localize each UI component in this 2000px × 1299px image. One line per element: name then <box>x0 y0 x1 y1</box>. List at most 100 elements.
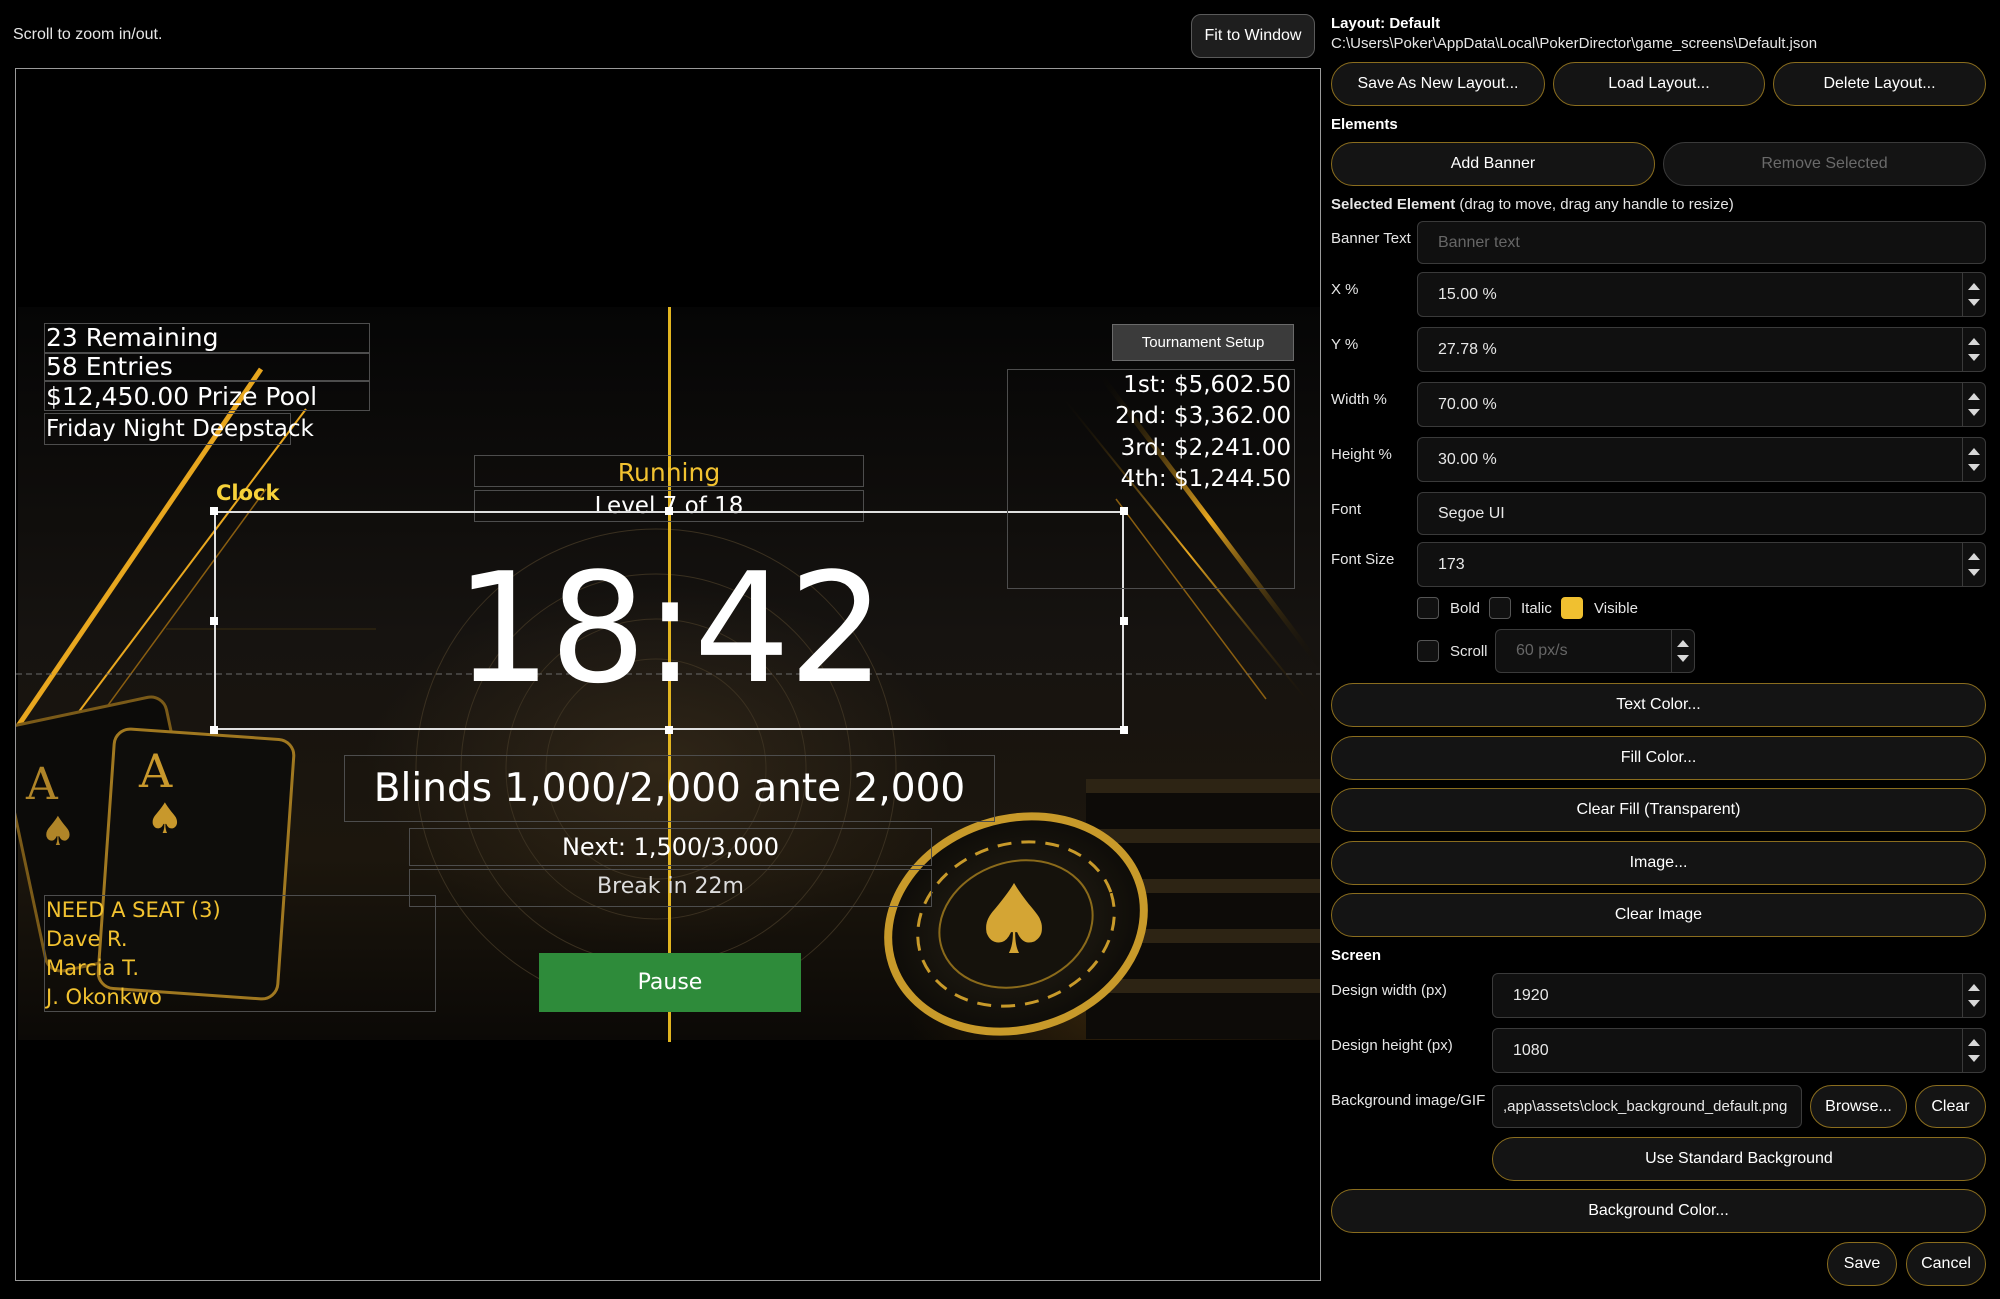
x-percent-input[interactable]: 15.00 % <box>1417 272 1986 317</box>
screen-heading: Screen <box>1331 947 1382 964</box>
payout-1st: 1st: $5,602.50 <box>1123 372 1291 398</box>
design-width-input[interactable]: 1920 <box>1492 973 1986 1018</box>
remaining-count: 23 Remaining <box>46 323 219 352</box>
event-name: Friday Night Deepstack <box>46 416 314 442</box>
visible-label: Visible <box>1594 600 1638 617</box>
font-size-input[interactable]: 173 <box>1417 542 1986 587</box>
break-text: Break in 22m <box>597 874 744 899</box>
browse-button[interactable]: Browse... <box>1810 1085 1907 1128</box>
seat-heading: NEED A SEAT (3) <box>46 898 221 922</box>
design-height-value: 1080 <box>1513 1041 1549 1059</box>
card-rank-left: A <box>26 759 58 810</box>
font-size-value: 173 <box>1438 555 1465 573</box>
resize-handle-tc[interactable] <box>665 507 673 515</box>
entries-count: 58 Entries <box>46 352 173 381</box>
banner-text-input[interactable]: Banner text <box>1417 221 1986 264</box>
resize-handle-bl[interactable] <box>210 726 218 734</box>
font-input[interactable]: Segoe UI <box>1417 492 1986 535</box>
fill-color-button[interactable]: Fill Color... <box>1331 736 1986 780</box>
prize-pool: $12,450.00 Prize Pool <box>46 382 318 411</box>
tournament-setup-button[interactable]: Tournament Setup <box>1112 324 1294 361</box>
fit-to-window-button[interactable]: Fit to Window <box>1191 14 1315 58</box>
y-percent-value: 27.78 % <box>1438 340 1497 358</box>
background-image-label: Background image/GIF <box>1331 1092 1486 1109</box>
scroll-checkbox[interactable] <box>1417 640 1439 662</box>
y-spinner[interactable] <box>1962 328 1985 371</box>
font-label: Font <box>1331 501 1362 518</box>
height-percent-input[interactable]: 30.00 % <box>1417 437 1986 482</box>
use-standard-background-button[interactable]: Use Standard Background <box>1492 1137 1986 1181</box>
selected-element-header: Selected Element (drag to move, drag any… <box>1331 196 1734 213</box>
height-spinner[interactable] <box>1962 438 1985 481</box>
scroll-speed-spinner[interactable] <box>1671 630 1694 672</box>
width-spinner[interactable] <box>1962 383 1985 426</box>
bold-checkbox[interactable] <box>1417 597 1439 619</box>
payout-2nd: 2nd: $3,362.00 <box>1115 403 1291 429</box>
image-button[interactable]: Image... <box>1331 841 1986 885</box>
clear-fill-button[interactable]: Clear Fill (Transparent) <box>1331 788 1986 832</box>
card-suit-left: ♠ <box>40 809 76 855</box>
running-status: Running <box>617 458 721 487</box>
bold-label: Bold <box>1450 600 1481 617</box>
design-height-input[interactable]: 1080 <box>1492 1028 1986 1073</box>
card-rank-right: A <box>139 744 173 798</box>
add-banner-button[interactable]: Add Banner <box>1331 142 1655 186</box>
selected-element-heading: Selected Element <box>1331 196 1456 213</box>
save-as-new-layout-button[interactable]: Save As New Layout... <box>1331 62 1545 106</box>
cancel-button[interactable]: Cancel <box>1906 1242 1986 1286</box>
x-spinner[interactable] <box>1962 273 1985 316</box>
layout-path: C:\Users\Poker\AppData\Local\PokerDirect… <box>1331 35 1818 52</box>
blinds-text: Blinds 1,000/2,000 ante 2,000 <box>373 766 966 811</box>
y-percent-input[interactable]: 27.78 % <box>1417 327 1986 372</box>
load-layout-button[interactable]: Load Layout... <box>1553 62 1765 106</box>
design-width-value: 1920 <box>1513 986 1549 1004</box>
font-size-spinner[interactable] <box>1962 543 1985 586</box>
remove-selected-button[interactable]: Remove Selected <box>1663 142 1986 186</box>
seat-name-3: J. Okonkwo <box>46 985 162 1009</box>
design-height-label: Design height (px) <box>1331 1037 1453 1054</box>
save-button[interactable]: Save <box>1827 1242 1897 1286</box>
italic-checkbox[interactable] <box>1489 597 1511 619</box>
card-suit-right: ♠ <box>146 794 184 843</box>
scroll-speed-value: 60 px/s <box>1516 642 1568 659</box>
height-percent-label: Height % <box>1331 446 1392 463</box>
seat-name-1: Dave R. <box>46 927 128 951</box>
clear-image-button[interactable]: Clear Image <box>1331 893 1986 937</box>
banner-text-label: Banner Text <box>1331 230 1411 247</box>
layout-canvas[interactable]: A ♠ A ♠ ♠ 23 Remaining 58 Entries $12,45… <box>15 68 1321 1281</box>
italic-label: Italic <box>1521 600 1552 617</box>
delete-layout-button[interactable]: Delete Layout... <box>1773 62 1986 106</box>
next-level-text: Next: 1,500/3,000 <box>561 833 780 861</box>
width-percent-value: 70.00 % <box>1438 395 1497 413</box>
text-color-button[interactable]: Text Color... <box>1331 683 1986 727</box>
visible-checkbox[interactable] <box>1561 597 1583 619</box>
payout-3rd: 3rd: $2,241.00 <box>1120 435 1291 461</box>
x-percent-label: X % <box>1331 281 1359 298</box>
scroll-speed-input[interactable]: 60 px/s <box>1495 629 1695 673</box>
background-color-button[interactable]: Background Color... <box>1331 1189 1986 1233</box>
elements-heading: Elements <box>1331 116 1398 133</box>
font-size-label: Font Size <box>1331 551 1395 568</box>
resize-handle-bc[interactable] <box>665 726 673 734</box>
pause-button[interactable]: Pause <box>539 953 801 1012</box>
clock-element-label: Clock <box>216 481 280 505</box>
x-percent-value: 15.00 % <box>1438 285 1497 303</box>
design-height-spinner[interactable] <box>1962 1029 1985 1072</box>
layout-title: Layout: Default <box>1331 15 1441 32</box>
resize-handle-br[interactable] <box>1120 726 1128 734</box>
y-percent-label: Y % <box>1331 336 1359 353</box>
background-image-input[interactable]: ,app\assets\clock_background_default.png <box>1492 1085 1802 1128</box>
scroll-label: Scroll <box>1450 643 1488 660</box>
design-width-spinner[interactable] <box>1962 974 1985 1017</box>
clear-background-button[interactable]: Clear <box>1915 1085 1986 1128</box>
seat-name-2: Marcia T. <box>46 956 140 980</box>
resize-handle-tl[interactable] <box>210 507 218 515</box>
width-percent-label: Width % <box>1331 391 1387 408</box>
height-percent-value: 30.00 % <box>1438 450 1497 468</box>
clock-time: 18:42 <box>454 540 885 717</box>
width-percent-input[interactable]: 70.00 % <box>1417 382 1986 427</box>
zoom-hint: Scroll to zoom in/out. <box>13 26 163 43</box>
design-width-label: Design width (px) <box>1331 982 1447 999</box>
chip-spade-icon: ♠ <box>971 864 1058 976</box>
selected-element-hint: (drag to move, drag any handle to resize… <box>1455 196 1734 213</box>
